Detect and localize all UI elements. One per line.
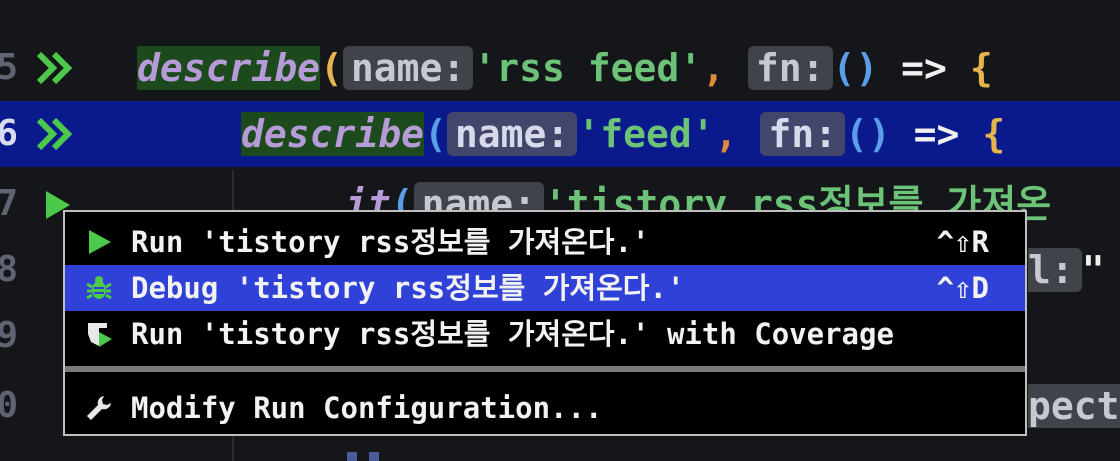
run-all-icon[interactable] — [36, 50, 76, 86]
menu-item-debug[interactable]: Debug 'tistory rss정보를 가져온다.' ^⇧D — [65, 265, 1025, 311]
run-all-icon[interactable] — [36, 116, 76, 152]
code-line-6[interactable]: 6 describe(name:'feed', fn:() => { — [0, 101, 1120, 167]
arrow-parens: () — [845, 112, 891, 156]
line-number: 8 — [0, 249, 18, 290]
arrow-token: => — [913, 112, 960, 156]
wrench-icon — [87, 396, 111, 420]
closing-brackets — [347, 452, 379, 461]
debug-icon — [86, 276, 112, 300]
menu-separator — [65, 366, 1025, 372]
line-number: 9 — [0, 315, 18, 356]
string-literal: 'feed' — [577, 112, 715, 156]
comma: , — [702, 46, 725, 90]
menu-item-label: Modify Run Configuration... — [131, 391, 603, 425]
param-hint-name: name: — [446, 112, 578, 156]
line-number: 7 — [0, 183, 18, 224]
menu-item-modify-run-configuration[interactable]: Modify Run Configuration... — [65, 385, 1025, 431]
param-hint-name: name: — [342, 46, 474, 90]
arrow-parens: () — [832, 46, 879, 90]
menu-item-shortcut: ^⇧D — [936, 271, 989, 305]
comma: , — [714, 112, 738, 156]
open-paren: ( — [320, 46, 343, 90]
run-context-menu: Run 'tistory rss정보를 가져온다.' ^⇧R Debug 'ti… — [63, 210, 1027, 436]
menu-item-run-with-coverage[interactable]: Run 'tistory rss정보를 가져온다.' with Coverage — [65, 311, 1025, 357]
param-hint-fn: fn: — [760, 112, 846, 156]
code-text: l: " — [1028, 237, 1105, 303]
code-text: describe(name:'feed', fn:() => { — [241, 101, 1005, 167]
string-literal: 'rss feed' — [473, 46, 703, 90]
code-text: describe(name:'rss feed', fn:() => { — [137, 35, 993, 101]
menu-item-shortcut: ^⇧R — [936, 225, 989, 259]
describe-keyword: describe — [137, 46, 321, 90]
open-brace: { — [982, 112, 1006, 156]
describe-keyword: describe — [241, 112, 425, 156]
param-hint: l: — [1028, 248, 1082, 292]
line-number: 0 — [0, 385, 18, 426]
menu-item-label: Run 'tistory rss정보를 가져온다.' — [131, 225, 650, 259]
open-brace: { — [969, 46, 993, 90]
menu-item-label: Debug 'tistory rss정보를 가져온다.' — [131, 271, 685, 305]
line-number: 5 — [0, 47, 18, 88]
code-line-5[interactable]: 5 describe(name:'rss feed', fn:() => { — [0, 35, 1120, 101]
expect-token: pect — [1028, 384, 1120, 428]
menu-item-label: Run 'tistory rss정보를 가져온다.' with Coverage — [131, 317, 894, 351]
arrow-token: => — [901, 46, 947, 90]
code-text: pect — [1028, 373, 1120, 439]
quote-token: " — [1081, 248, 1105, 292]
coverage-icon — [88, 323, 112, 347]
menu-item-run[interactable]: Run 'tistory rss정보를 가져온다.' ^⇧R — [65, 219, 1025, 265]
param-hint-fn: fn: — [747, 46, 833, 90]
open-paren: ( — [424, 112, 447, 156]
run-icon — [89, 230, 111, 254]
line-number: 6 — [0, 113, 18, 154]
